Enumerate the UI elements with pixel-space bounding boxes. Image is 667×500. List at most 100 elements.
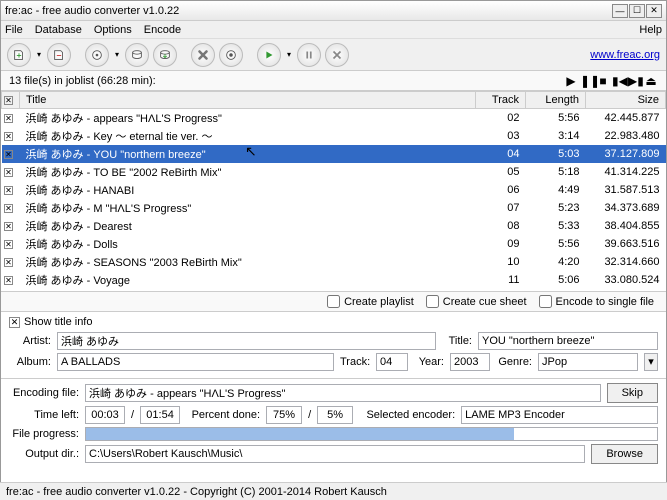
row-size: 32.314.660	[586, 253, 666, 271]
table-row[interactable]: ✕浜崎 あゆみ - A Song for ×× "030213 Session …	[2, 289, 666, 291]
player-next-icon[interactable]: ▶▮	[628, 74, 642, 88]
player-eject-icon[interactable]: ⏏	[644, 74, 658, 88]
row-check[interactable]: ✕	[2, 127, 20, 145]
output-options: Create playlist Create cue sheet Encode …	[1, 291, 666, 311]
cddb-query-icon[interactable]	[125, 43, 149, 67]
configure-encoder-icon[interactable]	[219, 43, 243, 67]
row-check[interactable]: ✕	[2, 199, 20, 217]
col-length[interactable]: Length	[526, 92, 586, 109]
add-cd-icon[interactable]	[85, 43, 109, 67]
album-input[interactable]	[57, 353, 334, 371]
encode-play-icon[interactable]	[257, 43, 281, 67]
time-left-label: Time left:	[9, 409, 79, 421]
statusbar: fre:ac - free audio converter v1.0.22 - …	[0, 482, 667, 500]
browse-button[interactable]: Browse	[591, 444, 658, 464]
album-label: Album:	[9, 356, 51, 368]
menu-database[interactable]: Database	[35, 24, 82, 36]
artist-input[interactable]	[57, 332, 436, 350]
output-dir-label: Output dir.:	[9, 448, 79, 460]
row-check[interactable]: ✕	[2, 145, 20, 163]
year-label: Year:	[414, 356, 444, 368]
window-title: fre:ac - free audio converter v1.0.22	[5, 5, 612, 17]
close-title-info-icon[interactable]: ✕	[9, 317, 20, 328]
year-input[interactable]	[450, 353, 490, 371]
time-total-field	[140, 406, 180, 424]
menu-encode[interactable]: Encode	[144, 24, 181, 36]
player-play-icon[interactable]: ▶	[564, 74, 578, 88]
table-row[interactable]: ✕浜崎 あゆみ - appears "HΛL'S Progress"025:56…	[2, 109, 666, 128]
encoding-file-field	[85, 384, 601, 402]
menu-file[interactable]: File	[5, 24, 23, 36]
table-row[interactable]: ✕浜崎 あゆみ - M "HΛL'S Progress"075:2334.373…	[2, 199, 666, 217]
row-length: 5:03	[526, 145, 586, 163]
create-cue-checkbox[interactable]: Create cue sheet	[426, 295, 527, 308]
table-row[interactable]: ✕浜崎 あゆみ - SEASONS "2003 ReBirth Mix"104:…	[2, 253, 666, 271]
table-row[interactable]: ✕浜崎 あゆみ - HANABI064:4931.587.513	[2, 181, 666, 199]
row-check[interactable]: ✕	[2, 235, 20, 253]
row-check[interactable]: ✕	[2, 109, 20, 128]
row-size: 33.080.524	[586, 271, 666, 289]
row-check[interactable]: ✕	[2, 289, 20, 291]
player-stop-icon[interactable]: ■	[596, 74, 610, 88]
close-button[interactable]: ✕	[646, 4, 662, 18]
table-row[interactable]: ✕浜崎 あゆみ - TO BE "2002 ReBirth Mix"055:18…	[2, 163, 666, 181]
homepage-link[interactable]: www.freac.org	[590, 49, 660, 61]
joblist-table[interactable]: ✕ Title Track Length Size ✕浜崎 あゆみ - appe…	[1, 91, 666, 291]
maximize-button[interactable]: ☐	[629, 4, 645, 18]
row-length: 3:14	[526, 127, 586, 145]
toolbar: ▾ ▾ ▾ www.freac.org	[1, 39, 666, 71]
track-input[interactable]	[376, 353, 408, 371]
status-text: fre:ac - free audio converter v1.0.22 - …	[6, 486, 387, 498]
encode-dropdown-icon[interactable]: ▾	[285, 43, 293, 67]
create-playlist-checkbox[interactable]: Create playlist	[327, 295, 414, 308]
row-length: 4:49	[526, 181, 586, 199]
minimize-button[interactable]: —	[612, 4, 628, 18]
table-row[interactable]: ✕浜崎 あゆみ - Key ～ eternal tie ver. ～033:14…	[2, 127, 666, 145]
file-progress-bar	[85, 427, 658, 441]
settings-icon[interactable]	[191, 43, 215, 67]
table-row[interactable]: ✕浜崎 あゆみ - YOU "northern breeze"045:0337.…	[2, 145, 666, 163]
row-check[interactable]: ✕	[2, 163, 20, 181]
row-track: 06	[476, 181, 526, 199]
row-check[interactable]: ✕	[2, 253, 20, 271]
encode-pause-icon[interactable]	[297, 43, 321, 67]
row-title: 浜崎 あゆみ - A Song for ×× "030213 Session #…	[20, 289, 476, 291]
row-title: 浜崎 あゆみ - appears "HΛL'S Progress"	[20, 109, 476, 128]
add-files-dropdown-icon[interactable]: ▾	[35, 43, 43, 67]
row-title: 浜崎 あゆみ - HANABI	[20, 181, 476, 199]
col-title[interactable]: Title	[20, 92, 476, 109]
selected-encoder-field	[461, 406, 658, 424]
encode-stop-icon[interactable]	[325, 43, 349, 67]
title-info-label: Show title info	[24, 316, 92, 328]
menu-options[interactable]: Options	[94, 24, 132, 36]
menu-help[interactable]: Help	[639, 24, 662, 36]
row-size: 39.663.516	[586, 235, 666, 253]
player-prev-icon[interactable]: ▮◀	[612, 74, 626, 88]
col-size[interactable]: Size	[586, 92, 666, 109]
col-check[interactable]: ✕	[2, 92, 20, 109]
table-row[interactable]: ✕浜崎 あゆみ - Dolls095:5639.663.516	[2, 235, 666, 253]
add-cd-dropdown-icon[interactable]: ▾	[113, 43, 121, 67]
output-dir-field[interactable]	[85, 445, 585, 463]
row-track: 07	[476, 199, 526, 217]
table-row[interactable]: ✕浜崎 あゆみ - Dearest085:3338.404.855	[2, 217, 666, 235]
col-track[interactable]: Track	[476, 92, 526, 109]
row-check[interactable]: ✕	[2, 181, 20, 199]
row-track: 04	[476, 145, 526, 163]
row-length: 5:23	[526, 199, 586, 217]
row-check[interactable]: ✕	[2, 271, 20, 289]
row-title: 浜崎 あゆみ - Key ～ eternal tie ver. ～	[20, 127, 476, 145]
row-check[interactable]: ✕	[2, 217, 20, 235]
genre-dropdown-icon[interactable]: ▾	[644, 353, 658, 371]
encode-single-checkbox[interactable]: Encode to single file	[539, 295, 654, 308]
cddb-submit-icon[interactable]	[153, 43, 177, 67]
joblist-summary: 13 file(s) in joblist (66:28 min):	[9, 75, 156, 87]
title-input[interactable]	[478, 332, 658, 350]
add-files-icon[interactable]	[7, 43, 31, 67]
table-row[interactable]: ✕浜崎 あゆみ - Voyage115:0633.080.524	[2, 271, 666, 289]
time-elapsed-field	[85, 406, 125, 424]
player-pause-icon[interactable]: ❚❚	[580, 74, 594, 88]
genre-select[interactable]	[538, 353, 638, 371]
remove-file-icon[interactable]	[47, 43, 71, 67]
skip-button[interactable]: Skip	[607, 383, 658, 403]
